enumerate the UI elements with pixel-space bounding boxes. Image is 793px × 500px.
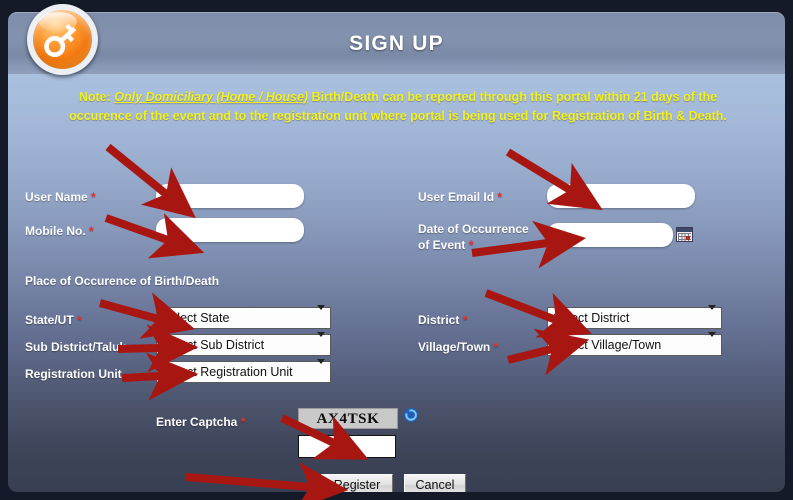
required-marker: * — [77, 313, 82, 327]
label-mobile-no-text: Mobile No. — [25, 224, 86, 238]
label-sub-district-text: Sub District/Taluk — [25, 340, 127, 354]
label-village-town: Village/Town * — [418, 340, 498, 354]
captcha-input[interactable] — [298, 435, 396, 458]
cancel-button[interactable]: Cancel — [404, 474, 466, 492]
calendar-icon[interactable] — [676, 227, 693, 242]
section-title-place-of-occurence: Place of Occurence of Birth/Death — [25, 274, 220, 288]
label-state-text: State/UT — [25, 313, 74, 327]
required-marker: * — [468, 238, 474, 252]
label-registration-unit: Registration Unit — [25, 367, 122, 381]
registration-unit-select[interactable]: Select Registration Unit — [156, 361, 331, 383]
refresh-icon[interactable] — [403, 407, 419, 423]
captcha-code: AX4TSK — [298, 408, 398, 429]
label-enter-captcha: Enter Captcha * — [156, 415, 245, 429]
label-sub-district: Sub District/Taluk — [25, 340, 126, 354]
label-mobile-no: Mobile No. * — [25, 224, 94, 238]
label-district-text: District — [418, 313, 460, 327]
header-bar: SIGN UP — [8, 12, 785, 74]
label-user-name-text: User Name — [25, 190, 88, 204]
label-user-email-text: User Email Id — [418, 190, 495, 204]
label-date-line1: Date of Occurrence — [418, 222, 529, 236]
label-user-email: User Email Id * — [418, 190, 502, 204]
form-panel: Note: Only Domiciliary (Home / House) Bi… — [8, 74, 785, 492]
required-marker: * — [462, 313, 468, 327]
mobile-no-input[interactable] — [156, 218, 304, 242]
label-registration-unit-text: Registration Unit — [25, 367, 122, 381]
label-enter-captcha-text: Enter Captcha — [156, 415, 238, 429]
required-marker: * — [91, 190, 96, 204]
state-select[interactable]: Select State — [156, 307, 331, 329]
required-marker: * — [240, 415, 246, 429]
key-icon — [27, 4, 98, 75]
district-select[interactable]: Select District — [547, 307, 722, 329]
user-name-input[interactable] — [156, 184, 304, 208]
label-state: State/UT * — [25, 313, 82, 327]
register-button[interactable]: Register — [321, 474, 393, 492]
label-user-name: User Name * — [25, 190, 96, 204]
date-of-occurrence-input[interactable] — [547, 223, 673, 247]
note-prefix: Note: — [78, 90, 115, 104]
label-village-town-text: Village/Town — [418, 340, 491, 354]
label-date-of-occurrence: Date of Occurrence of Event * — [418, 222, 529, 252]
page-title: SIGN UP — [349, 32, 444, 55]
sub-district-select[interactable]: Select Sub District — [156, 334, 331, 356]
signup-page: SIGN UP Note: Only Domiciliary (Home / H… — [0, 0, 793, 500]
note-text: Note: Only Domiciliary (Home / House) Bi… — [48, 88, 748, 126]
required-marker: * — [89, 224, 94, 238]
note-emphasis: Only Domiciliary (Home / House) — [114, 90, 309, 104]
label-district: District * — [418, 313, 467, 327]
label-date-line2: of Event — [418, 238, 466, 252]
village-town-select[interactable]: Select Village/Town — [547, 334, 722, 356]
user-email-input[interactable] — [547, 184, 695, 208]
required-marker: * — [497, 190, 503, 204]
required-marker: * — [493, 340, 499, 354]
